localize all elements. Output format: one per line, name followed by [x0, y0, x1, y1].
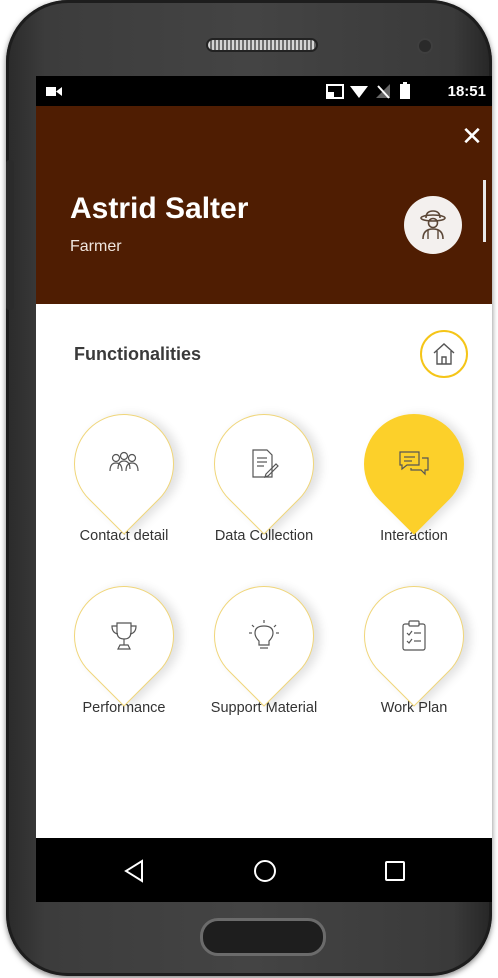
close-button[interactable]: ✕	[460, 123, 484, 149]
trophy-icon	[111, 622, 137, 650]
section-title: Functionalities	[74, 344, 202, 364]
tile-button[interactable]	[53, 393, 195, 535]
tile-data-collection[interactable]: Data Collection	[193, 393, 335, 544]
back-icon[interactable]	[122, 858, 148, 884]
signal-icon	[376, 84, 390, 99]
screen: 18:51 ✕ Astrid Salter Farmer Functionali…	[36, 76, 492, 902]
tile-interaction[interactable]: Interaction	[343, 393, 485, 544]
tile-support-material[interactable]: Support Material	[193, 565, 335, 716]
farmer-icon	[420, 210, 446, 240]
chat-bubbles-icon	[399, 451, 429, 476]
video-icon	[46, 87, 62, 96]
recents-icon[interactable]	[382, 858, 408, 884]
user-name: Astrid Salter	[70, 192, 249, 225]
navigation-bar	[36, 838, 492, 902]
profile-header: ✕ Astrid Salter Farmer	[36, 106, 492, 304]
home-circle-icon[interactable]	[252, 858, 278, 884]
tile-performance[interactable]: Performance	[53, 565, 195, 716]
phone-home-button[interactable]	[200, 918, 326, 956]
scroll-indicator	[483, 180, 486, 242]
status-time: 18:51	[447, 83, 486, 100]
phone-side-button	[6, 160, 14, 310]
tile-contact-detail[interactable]: Contact detail	[53, 393, 195, 544]
tile-work-plan[interactable]: Work Plan	[343, 565, 485, 716]
avatar[interactable]	[404, 196, 462, 254]
tile-button[interactable]	[193, 565, 335, 707]
phone-camera	[417, 38, 433, 54]
home-button[interactable]	[420, 330, 468, 378]
document-edit-icon	[252, 449, 279, 478]
status-bar: 18:51	[36, 76, 492, 106]
phone-speaker	[206, 38, 318, 52]
tile-button[interactable]	[193, 393, 335, 535]
people-icon	[109, 451, 139, 472]
user-role: Farmer	[70, 238, 122, 255]
cast-icon	[326, 84, 344, 99]
lightbulb-icon	[249, 620, 279, 649]
phone-frame: 18:51 ✕ Astrid Salter Farmer Functionali…	[6, 0, 492, 976]
clipboard-checklist-icon	[402, 620, 426, 651]
wifi-icon	[350, 86, 368, 98]
home-icon	[433, 343, 455, 365]
tile-button[interactable]	[343, 565, 485, 707]
tile-button[interactable]	[53, 565, 195, 707]
battery-icon	[400, 82, 410, 99]
tile-button-active[interactable]	[343, 393, 485, 535]
